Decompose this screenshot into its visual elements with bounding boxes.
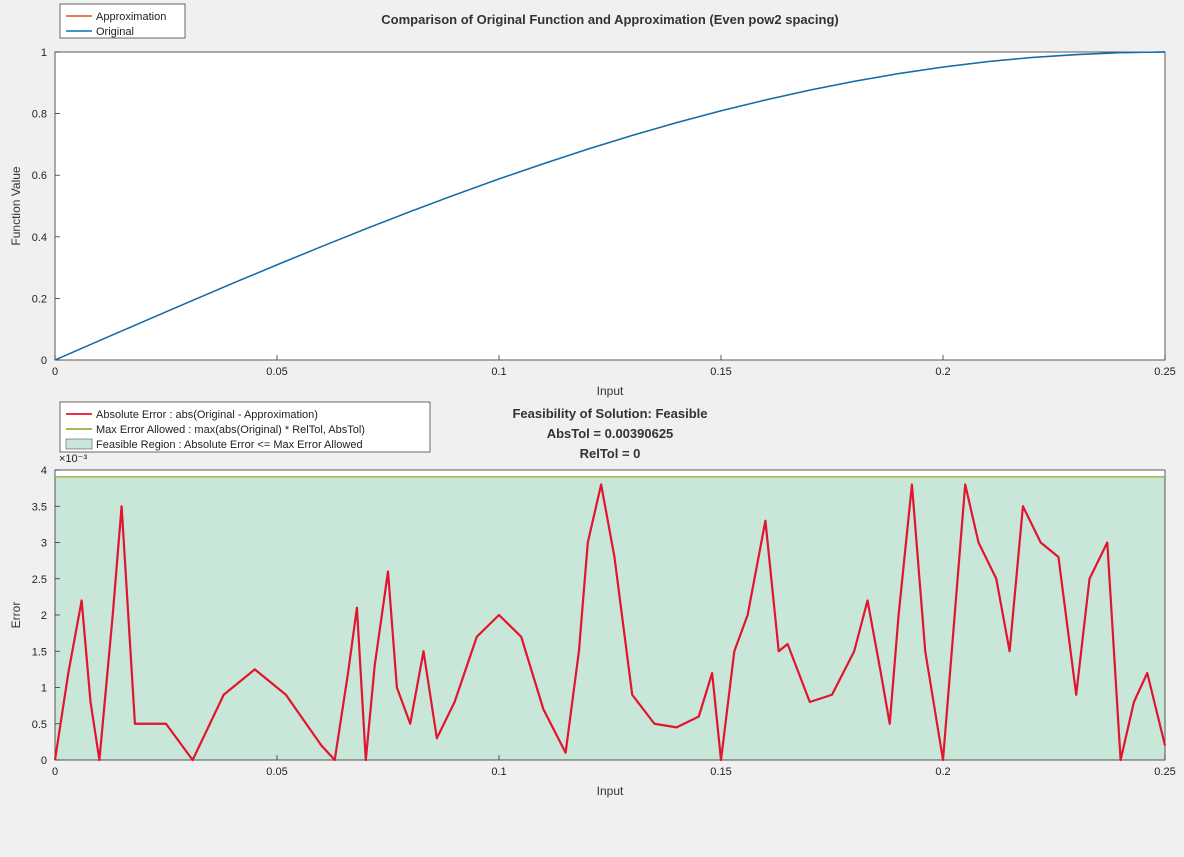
svg-text:0.1: 0.1 xyxy=(491,766,506,778)
svg-text:1: 1 xyxy=(41,47,47,59)
top-xlabel: Input xyxy=(597,384,624,398)
svg-text:3: 3 xyxy=(41,538,47,550)
top-title: Comparison of Original Function and Appr… xyxy=(381,12,838,27)
svg-text:Absolute Error : abs(Original: Absolute Error : abs(Original - Approxim… xyxy=(96,409,318,421)
svg-text:0: 0 xyxy=(41,755,47,767)
svg-text:0.25: 0.25 xyxy=(1154,766,1175,778)
svg-text:Original: Original xyxy=(96,26,134,38)
svg-text:0.6: 0.6 xyxy=(32,170,47,182)
svg-text:1.5: 1.5 xyxy=(32,646,47,658)
top-ylabel: Function Value xyxy=(9,166,23,245)
svg-text:3.5: 3.5 xyxy=(32,501,47,513)
bottom-ylabel: Error xyxy=(9,602,23,629)
svg-text:0.2: 0.2 xyxy=(935,766,950,778)
top-legend: Approximation Original xyxy=(60,4,185,38)
svg-text:0.05: 0.05 xyxy=(266,766,287,778)
bottom-xlabel: Input xyxy=(597,784,624,798)
svg-text:0.15: 0.15 xyxy=(710,766,731,778)
svg-text:Feasible Region : Absolute Err: Feasible Region : Absolute Error <= Max … xyxy=(96,439,363,451)
svg-text:0.2: 0.2 xyxy=(32,293,47,305)
svg-text:0.5: 0.5 xyxy=(32,719,47,731)
bottom-title-line-2: RelTol = 0 xyxy=(580,446,641,461)
svg-text:0.4: 0.4 xyxy=(32,232,47,244)
svg-text:0.8: 0.8 xyxy=(32,109,47,121)
feasible-region xyxy=(55,477,1165,760)
svg-text:0: 0 xyxy=(52,766,58,778)
svg-text:0.1: 0.1 xyxy=(491,366,506,378)
svg-text:2.5: 2.5 xyxy=(32,574,47,586)
svg-text:0: 0 xyxy=(41,355,47,367)
bottom-title-line-0: Feasibility of Solution: Feasible xyxy=(512,406,707,421)
svg-text:1: 1 xyxy=(41,683,47,695)
bottom-title-line-1: AbsTol = 0.00390625 xyxy=(547,426,674,441)
top-plot-area xyxy=(55,52,1165,360)
svg-text:0: 0 xyxy=(52,366,58,378)
bottom-y-exponent: ×10⁻³ xyxy=(59,453,87,465)
svg-text:4: 4 xyxy=(41,465,47,477)
svg-text:0.15: 0.15 xyxy=(710,366,731,378)
svg-text:0.2: 0.2 xyxy=(935,366,950,378)
bottom-legend: Absolute Error : abs(Original - Approxim… xyxy=(60,402,430,452)
figure-svg: 0 0.05 0.1 0.15 0.2 0.25 0 0.2 0.4 0.6 0.8 1 Compari… xyxy=(0,0,1184,857)
svg-text:0.25: 0.25 xyxy=(1154,366,1175,378)
svg-text:Max Error Allowed : max(abs(Or: Max Error Allowed : max(abs(Original) * … xyxy=(96,424,365,436)
svg-text:Approximation: Approximation xyxy=(96,11,166,23)
svg-text:2: 2 xyxy=(41,610,47,622)
svg-text:0.05: 0.05 xyxy=(266,366,287,378)
